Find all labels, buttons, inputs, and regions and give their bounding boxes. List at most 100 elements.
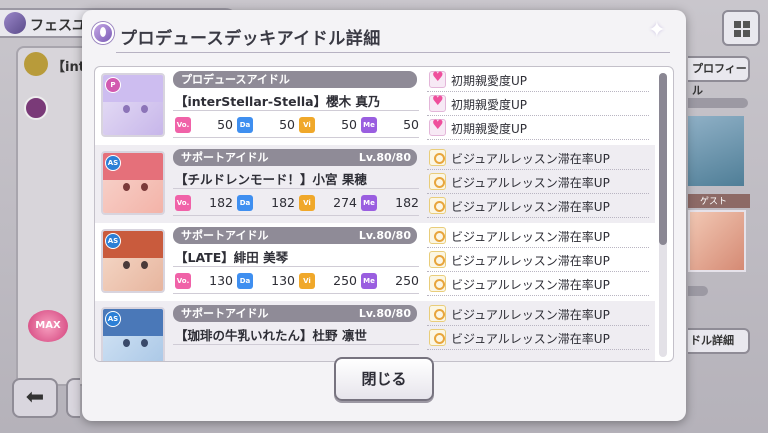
deck-idol-detail-dialog: プロデュースデッキアイドル詳細 ✦ P プロデュースアイドル【interStell…: [82, 10, 686, 421]
header-divider: [116, 52, 670, 53]
unit-badge-icon: [24, 52, 48, 76]
close-button[interactable]: 閉じる: [334, 357, 434, 401]
skill-text: ビジュアルレッスン滞在率UP: [451, 152, 610, 166]
idol-list-frame: P プロデュースアイドル【interStellar-Stella】櫻木 真乃 Vo.…: [94, 66, 674, 362]
status-bar: [688, 98, 748, 108]
skill-list: ビジュアルレッスン滞在率UP ビジュアルレッスン滞在率UP ビジュアルレッスン滞在率…: [427, 225, 649, 299]
idol-list[interactable]: P プロデュースアイドル【interStellar-Stella】櫻木 真乃 Vo.…: [95, 67, 655, 361]
stat-da-icon: Da: [237, 273, 253, 289]
skill-text: ビジュアルレッスン滞在率UP: [451, 278, 610, 292]
idol-stats: Vo. 182 Da 182 Vi 274 Me 182: [175, 193, 419, 213]
menu-grid-button[interactable]: [722, 10, 760, 46]
skill-item[interactable]: ビジュアルレッスン滞在率UP: [427, 303, 649, 326]
guest-label: ゲスト: [688, 194, 750, 208]
idol-detail-button[interactable]: ドル詳細: [688, 328, 750, 354]
idol-type-icon: AS: [105, 155, 121, 171]
max-heart-badge: MAX: [28, 310, 68, 342]
skill-text: 初期親愛度UP: [451, 74, 528, 88]
stat-me: Me 50: [361, 115, 421, 135]
idol-role-text: プロデュースアイドル: [181, 73, 290, 86]
stat-me-value: 250: [395, 273, 419, 288]
skill-item[interactable]: ビジュアルレッスン滞在率UP: [427, 225, 649, 248]
stat-vo-icon: Vo.: [175, 273, 191, 289]
skill-list: 初期親愛度UP 初期親愛度UP 初期親愛度UP: [427, 69, 649, 143]
stat-vo-value: 130: [209, 273, 233, 288]
stat-me-icon: Me: [361, 195, 377, 211]
secondary-button[interactable]: [66, 378, 80, 418]
idol-portrait[interactable]: AS: [101, 229, 165, 293]
visual-lesson-icon: [429, 251, 446, 268]
idol-portrait[interactable]: AS: [101, 307, 165, 361]
skill-text: ビジュアルレッスン滞在率UP: [451, 230, 610, 244]
back-button[interactable]: ⬅: [12, 378, 58, 418]
stat-da-value: 50: [279, 117, 295, 132]
scrollbar-thumb[interactable]: [659, 73, 667, 245]
idol-role-label: サポートアイドル Lv.80/80: [173, 149, 417, 166]
stat-me-value: 182: [395, 195, 419, 210]
grid-icon: [734, 21, 741, 28]
idol-level: Lv.80/80: [358, 151, 411, 164]
dialog-title: プロデュースデッキアイドル詳細: [120, 29, 381, 49]
rank-s-icon: [24, 96, 48, 120]
idol-stats: Vo. 130 Da 130 Vi 250 Me 250: [175, 271, 419, 291]
status-bar-2: [688, 286, 708, 296]
skill-item[interactable]: ビジュアルレッスン滞在率UP: [427, 327, 649, 350]
skill-item[interactable]: ビジュアルレッスン滞在率UP: [427, 249, 649, 272]
stat-da: Da 50: [237, 115, 297, 135]
stat-vi-value: 50: [341, 117, 357, 132]
skill-item[interactable]: ビジュアルレッスン滞在率UP: [427, 171, 649, 194]
visual-lesson-icon: [429, 173, 446, 190]
skill-text: ビジュアルレッスン滞在率UP: [451, 200, 610, 214]
guest-idol-portrait[interactable]: [688, 210, 746, 272]
skill-item[interactable]: 初期親愛度UP: [427, 93, 649, 116]
visual-lesson-icon: [429, 275, 446, 292]
stat-vo: Vo. 50: [175, 115, 235, 135]
stat-vo: Vo. 182: [175, 193, 235, 213]
festival-header-title: フェスユ: [30, 18, 86, 34]
idol-role-text: サポートアイドル: [181, 307, 269, 320]
stat-me: Me 250: [361, 271, 421, 291]
stat-vi: Vi 50: [299, 115, 359, 135]
skill-item[interactable]: 初期親愛度UP: [427, 117, 649, 140]
stat-me-value: 50: [403, 117, 419, 132]
idol-level: Lv.80/80: [358, 307, 411, 320]
idol-row[interactable]: AS サポートアイドル Lv.80/80 【珈琲の牛乳いれたん】杜野 凛世 ビジュアルレ…: [95, 301, 655, 361]
stat-da-icon: Da: [237, 195, 253, 211]
profile-button[interactable]: プロフィール: [688, 56, 750, 97]
skill-item[interactable]: ビジュアルレッスン滞在率UP: [427, 273, 649, 296]
idol-portrait[interactable]: P: [101, 73, 165, 137]
heart-skill-icon: [429, 70, 446, 88]
stat-da-value: 130: [271, 273, 295, 288]
stat-vo-value: 182: [209, 195, 233, 210]
idol-name: 【珈琲の牛乳いれたん】杜野 凛世: [175, 328, 367, 343]
stat-da: Da 182: [237, 193, 297, 213]
skill-text: ビジュアルレッスン滞在率UP: [451, 176, 610, 190]
skill-item[interactable]: ビジュアルレッスン滞在率UP: [427, 147, 649, 170]
skill-text: ビジュアルレッスン滞在率UP: [451, 308, 610, 322]
stat-vi-icon: Vi: [299, 273, 315, 289]
skill-list: ビジュアルレッスン滞在率UP ビジュアルレッスン滞在率UP ビジュアルレッスン滞在率…: [427, 147, 649, 221]
skill-item[interactable]: ビジュアルレッスン滞在率UP: [427, 195, 649, 218]
right-panel: プロフィール ゲスト ドル詳細: [688, 46, 768, 386]
idol-row[interactable]: AS サポートアイドル Lv.80/80 【LATE】緋田 美琴 Vo. 130 Da 130…: [95, 223, 655, 301]
sparkle-icon: ✦: [647, 18, 666, 43]
stat-me-icon: Me: [361, 273, 377, 289]
stat-vi: Vi 274: [299, 193, 359, 213]
idol-row[interactable]: AS サポートアイドル Lv.80/80 【チルドレンモード！】小宮 果穂 Vo. 182…: [95, 145, 655, 223]
stat-me-icon: Me: [361, 117, 377, 133]
idol-name: 【チルドレンモード！】小宮 果穂: [175, 172, 367, 187]
stat-da: Da 130: [237, 271, 297, 291]
skill-item[interactable]: 初期親愛度UP: [427, 69, 649, 92]
idol-portrait[interactable]: AS: [101, 151, 165, 215]
stat-vo-icon: Vo.: [175, 117, 191, 133]
idol-level: Lv.80/80: [358, 229, 411, 242]
visual-lesson-icon: [429, 149, 446, 166]
idol-type-icon: AS: [105, 311, 121, 327]
stat-vo-icon: Vo.: [175, 195, 191, 211]
stat-vi-value: 274: [333, 195, 357, 210]
visual-lesson-icon: [429, 197, 446, 214]
idol-row[interactable]: P プロデュースアイドル【interStellar-Stella】櫻木 真乃 Vo.…: [95, 67, 655, 145]
idol-stats: Vo. 50 Da 50 Vi 50 Me 50: [175, 115, 419, 135]
produce-icon: [92, 22, 114, 44]
idol-name: 【interStellar-Stella】櫻木 真乃: [175, 94, 381, 109]
